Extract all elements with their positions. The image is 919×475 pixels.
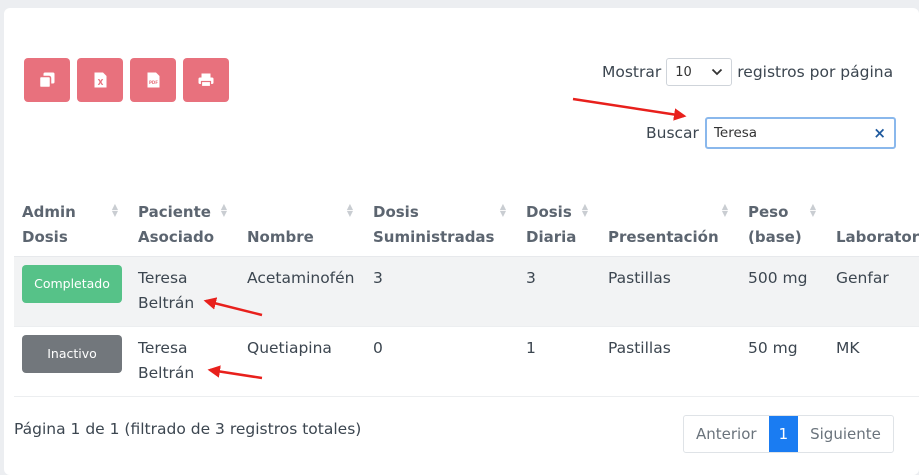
search-control: Buscar Teresa × [646,117,896,149]
sort-icon: ▲ ▼ [721,202,728,218]
sort-icon: ▲ ▼ [346,202,353,218]
column-header-paciente[interactable]: Paciente Asociado ▲ ▼ [130,190,239,257]
status-badge-completado[interactable]: Completado [22,265,122,303]
svg-text:PDF: PDF [149,80,158,85]
paciente-cell: Teresa Beltrán [130,256,239,327]
print-icon [198,73,214,87]
table-row: Completado Teresa Beltrán Acetaminofén 3 … [14,256,919,327]
diaria-cell: 3 [518,256,600,327]
column-header-presentacion[interactable]: Presentación ▲ ▼ [600,190,740,257]
peso-cell: 500 mg [740,256,828,327]
excel-icon: X [94,72,106,88]
length-suffix-label: registros por página [737,63,894,81]
sort-icon: ▲ ▼ [111,202,118,218]
print-button[interactable] [183,58,229,102]
sort-icon: ▲ ▼ [499,202,506,218]
results-table: Admin Dosis ▲ ▼ Paciente Asociado ▲ ▼ Nombre ▲ ▼… [14,190,919,397]
suministradas-cell: 0 [365,326,518,397]
column-header-laboratorio[interactable]: Laboratorio [828,190,919,257]
nombre-cell: Acetaminofén [239,256,365,327]
previous-page-button[interactable]: Anterior [684,416,769,452]
peso-cell: 50 mg [740,326,828,397]
page-1-button[interactable]: 1 [768,416,799,452]
next-page-button[interactable]: Siguiente [798,416,893,452]
clear-search-icon[interactable]: × [873,124,886,142]
pdf-button[interactable]: PDF [130,58,176,102]
table-header-row: Admin Dosis ▲ ▼ Paciente Asociado ▲ ▼ Nombre ▲ ▼… [14,190,919,257]
sort-icon: ▲ ▼ [809,202,816,218]
column-header-suministradas[interactable]: Dosis Suministradas ▲ ▼ [365,190,518,257]
column-header-nombre[interactable]: Nombre ▲ ▼ [239,190,365,257]
status-badge-inactivo[interactable]: Inactivo [22,335,122,373]
page-length-control: Mostrar 10 registros por página [602,58,893,86]
results-table-container: Admin Dosis ▲ ▼ Paciente Asociado ▲ ▼ Nombre ▲ ▼… [14,190,919,402]
search-value: Teresa [713,125,758,141]
suministradas-cell: 3 [365,256,518,327]
pagination: Anterior 1 Siguiente [683,415,894,453]
export-buttons: X PDF [24,58,229,102]
excel-button[interactable]: X [77,58,123,102]
page-length-select[interactable]: 10 [666,58,733,86]
table-row: Inactivo Teresa Beltrán Quetiapina 0 1 Pa… [14,326,919,397]
paciente-cell: Teresa Beltrán [130,326,239,397]
column-header-peso[interactable]: Peso (base) ▲ ▼ [740,190,828,257]
copy-icon [39,72,55,88]
chevron-down-icon [712,68,723,76]
search-label: Buscar [646,124,699,142]
presentacion-cell: Pastillas [600,256,740,327]
nombre-cell: Quetiapina [239,326,365,397]
search-input[interactable]: Teresa × [704,117,896,149]
table-info-text: Página 1 de 1 (filtrado de 3 registros t… [14,420,362,438]
column-header-diaria[interactable]: Dosis Diaria ▲ ▼ [518,190,600,257]
copy-button[interactable] [24,58,70,102]
presentacion-cell: Pastillas [600,326,740,397]
laboratorio-cell: Genfar [828,256,919,327]
diaria-cell: 1 [518,326,600,397]
sort-icon: ▲ ▼ [220,202,227,218]
sort-icon: ▲ ▼ [581,202,588,218]
laboratorio-cell: MK [828,326,919,397]
svg-text:X: X [97,78,103,87]
length-prefix-label: Mostrar [602,63,662,81]
pdf-icon: PDF [147,72,159,88]
page-length-value: 10 [675,64,692,80]
column-header-admin-dosis[interactable]: Admin Dosis ▲ ▼ [14,190,130,257]
